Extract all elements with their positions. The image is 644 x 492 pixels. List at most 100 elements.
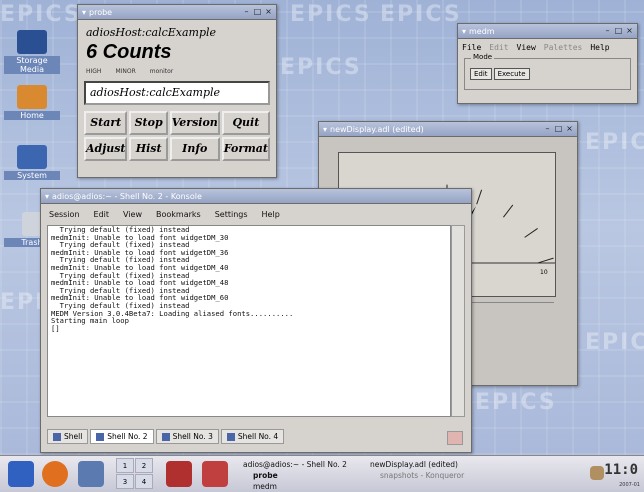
firefox-icon[interactable]	[42, 461, 68, 487]
terminal-icon	[53, 432, 61, 441]
probe-value: 6 Counts	[86, 41, 172, 63]
menu-icon[interactable]: ▾	[462, 27, 466, 36]
clipboard-icon[interactable]	[590, 466, 604, 480]
terminal-output[interactable]: Trying default (fixed) instead medmInit:…	[47, 225, 451, 417]
desktop-icon-system[interactable]: System	[4, 145, 60, 180]
task-newdisplay[interactable]: newDisplay.adl (edited)	[370, 460, 458, 469]
info-button[interactable]: Info	[169, 137, 220, 161]
version-button[interactable]: Version	[169, 111, 220, 135]
hist-button[interactable]: Hist	[129, 137, 168, 161]
probe-titlebar[interactable]: ▾ probe – □ ×	[78, 5, 276, 20]
menu-file[interactable]: File	[462, 43, 481, 52]
execute-mode-radio[interactable]: Execute	[493, 68, 530, 80]
minimize-icon[interactable]: –	[603, 26, 612, 35]
clock[interactable]: 11:0	[604, 462, 638, 478]
maximize-icon[interactable]: □	[253, 7, 262, 16]
konsole-menubar: Session Edit View Bookmarks Settings Hel…	[41, 204, 471, 225]
menu-help[interactable]: Help	[262, 210, 280, 219]
desktop-pager: 1 2 3 4	[116, 458, 153, 489]
pager-desktop-2[interactable]: 2	[135, 458, 153, 473]
close-icon[interactable]: ×	[625, 26, 634, 35]
task-medm[interactable]: medm	[253, 482, 277, 491]
menu-edit[interactable]: Edit	[94, 210, 110, 219]
mode-label: Mode	[471, 53, 495, 61]
desktop-icon-label: Home	[4, 111, 60, 120]
bg-text: EPICS	[0, 2, 82, 27]
meter-tick	[524, 228, 538, 238]
menu-session[interactable]: Session	[49, 210, 80, 219]
mode-group: Mode Edit Execute	[464, 53, 631, 90]
menu-view[interactable]: View	[517, 43, 536, 52]
tab-label: Shell No. 4	[237, 432, 279, 441]
app-icon[interactable]	[166, 461, 192, 487]
tab-shell-no-3[interactable]: Shell No. 3	[155, 429, 219, 444]
monitor-status: monitor	[149, 68, 174, 75]
terminal-scrollbar[interactable]	[451, 225, 465, 417]
tab-label: Shell No. 2	[107, 432, 148, 441]
alarm-severity: HIGH	[86, 68, 102, 75]
desktop-icon-home[interactable]: Home	[4, 85, 60, 120]
stop-button[interactable]: Stop	[129, 111, 168, 135]
maximize-icon[interactable]: □	[554, 124, 563, 133]
close-icon[interactable]: ×	[565, 124, 574, 133]
tab-shell[interactable]: Shell	[47, 429, 89, 444]
menu-edit[interactable]: Edit	[489, 43, 508, 52]
pager-desktop-4[interactable]: 4	[135, 474, 153, 489]
menu-view[interactable]: View	[123, 210, 142, 219]
quit-button[interactable]: Quit	[221, 111, 270, 135]
terminal-launcher-icon[interactable]	[78, 461, 104, 487]
start-button[interactable]: Start	[84, 111, 128, 135]
close-tab-button[interactable]	[447, 431, 463, 445]
format-button[interactable]: Format	[221, 137, 270, 161]
taskbar: 1 2 3 4 adios@adios:~ - Shell No. 2 prob…	[0, 455, 644, 492]
medm-titlebar[interactable]: ▾ medm – □ ×	[458, 24, 637, 39]
task-konqueror[interactable]: snapshots - Konqueror	[380, 471, 464, 480]
terminal-icon	[226, 432, 235, 441]
window-title: probe	[89, 7, 113, 17]
newdisplay-titlebar[interactable]: ▾ newDisplay.adl (edited) – □ ×	[319, 122, 577, 137]
konsole-tabbar: Shell Shell No. 2 Shell No. 3 Shell No. …	[47, 429, 285, 444]
menu-icon[interactable]: ▾	[323, 125, 327, 134]
adjust-button[interactable]: Adjust	[84, 137, 128, 161]
task-konsole[interactable]: adios@adios:~ - Shell No. 2	[243, 460, 347, 469]
storage-media-icon	[17, 30, 47, 54]
window-title: adios@adios:~ - Shell No. 2 - Konsole	[52, 191, 202, 201]
bg-text: EPICS	[585, 130, 644, 155]
desktop-icon-label: Storage Media	[4, 56, 60, 74]
menu-icon[interactable]: ▾	[82, 8, 86, 17]
probe-host-label: adiosHost:calcExample	[86, 26, 217, 39]
app-icon[interactable]	[202, 461, 228, 487]
menu-bookmarks[interactable]: Bookmarks	[156, 210, 201, 219]
task-probe[interactable]: probe	[253, 471, 278, 480]
desktop-icon-storage-media[interactable]: Storage Media	[4, 30, 60, 74]
minimize-icon[interactable]: –	[242, 7, 251, 16]
pager-desktop-1[interactable]: 1	[116, 458, 134, 473]
konsole-titlebar[interactable]: ▾ adios@adios:~ - Shell No. 2 - Konsole	[41, 189, 471, 204]
menu-help[interactable]: Help	[590, 43, 609, 52]
medm-window: ▾ medm – □ × File Edit View Palettes Hel…	[457, 23, 638, 104]
tab-shell-no-4[interactable]: Shell No. 4	[220, 429, 285, 444]
terminal-icon	[96, 432, 105, 441]
close-icon[interactable]: ×	[264, 7, 273, 16]
edit-mode-radio[interactable]: Edit	[470, 68, 492, 80]
clock-date: 2007-01	[619, 482, 640, 488]
pager-desktop-3[interactable]: 3	[116, 474, 134, 489]
meter-tick	[538, 257, 554, 264]
pv-name-input[interactable]: adiosHost:calcExample	[84, 81, 270, 105]
window-title: medm	[469, 26, 495, 36]
terminal-line: Starting main loop	[51, 316, 129, 326]
meter-max-label: 10	[540, 269, 548, 276]
menu-settings[interactable]: Settings	[215, 210, 248, 219]
tab-label: Shell	[64, 432, 83, 441]
window-title: newDisplay.adl (edited)	[330, 124, 424, 134]
tab-label: Shell No. 3	[172, 432, 213, 441]
minimize-icon[interactable]: –	[543, 124, 552, 133]
menu-palettes[interactable]: Palettes	[544, 43, 583, 52]
alarm-status: MINOR	[115, 68, 136, 75]
menu-icon[interactable]: ▾	[45, 192, 49, 201]
terminal-icon	[161, 432, 170, 441]
maximize-icon[interactable]: □	[614, 26, 623, 35]
tab-shell-no-2[interactable]: Shell No. 2	[90, 429, 154, 444]
k-menu-icon[interactable]	[8, 461, 34, 487]
home-icon	[17, 85, 47, 109]
